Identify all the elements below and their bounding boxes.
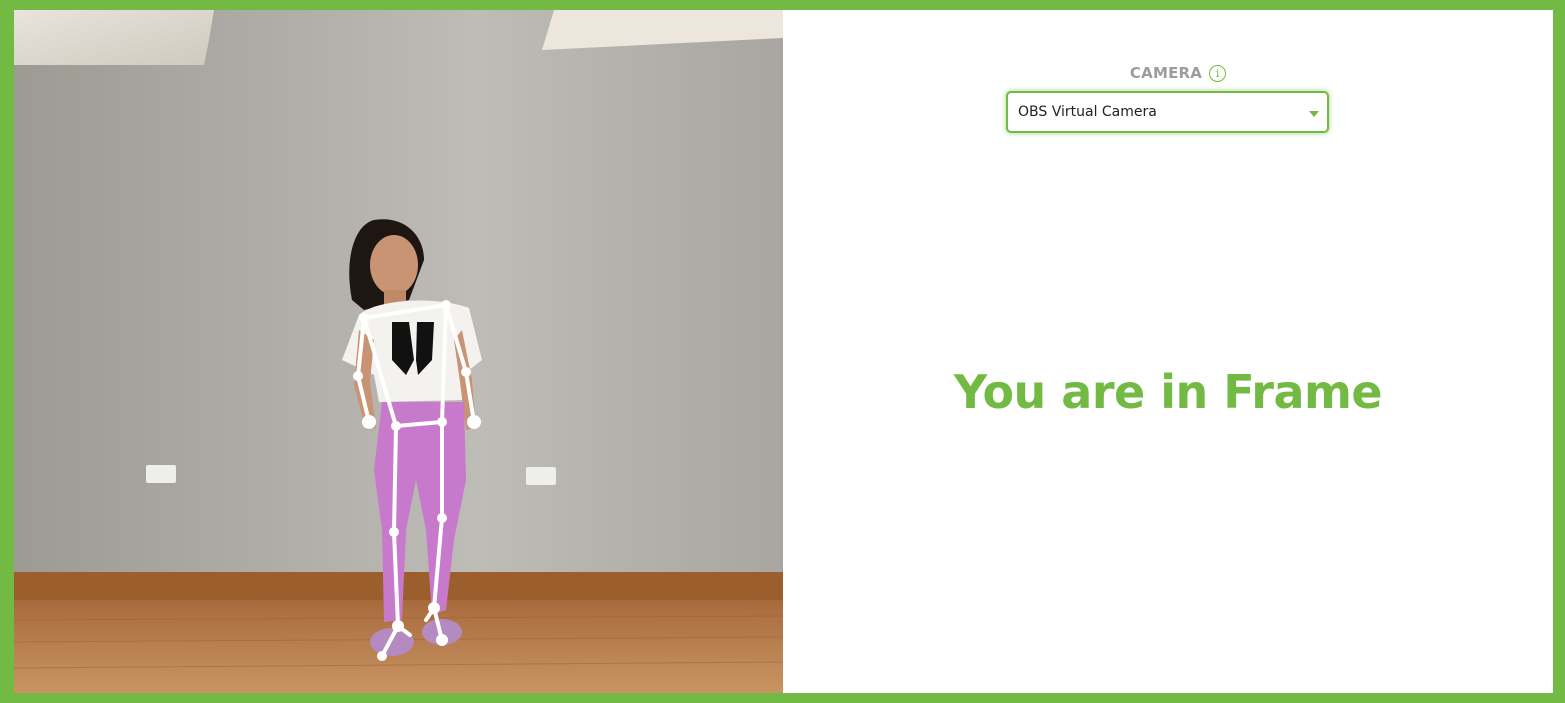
control-panel: CAMERA i OBS Virtual Camera You are in F… [783,10,1553,693]
chevron-down-icon [1309,111,1319,117]
frame-status-message: You are in Frame [953,365,1383,419]
camera-label-row: CAMERA i [783,62,1553,84]
camera-feed [14,10,783,693]
camera-label: CAMERA [1129,64,1203,82]
ceiling-left [14,10,214,65]
camera-select[interactable]: OBS Virtual Camera [1006,91,1329,133]
wall-outlet [146,465,176,483]
camera-select-value: OBS Virtual Camera [1018,104,1157,120]
camera-feed-scene [14,10,783,693]
wall-outlet [526,467,556,485]
ceiling-right [542,10,783,50]
info-icon[interactable]: i [1209,64,1227,82]
app-frame: CAMERA i OBS Virtual Camera You are in F… [0,0,1565,703]
